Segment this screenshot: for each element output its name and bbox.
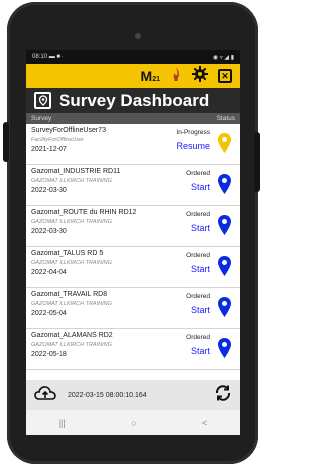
- survey-action-link[interactable]: Start: [191, 305, 210, 315]
- survey-row[interactable]: Gazomat_TALUS RD 5 GAZOMAT ILLKIRCH TRAIN…: [26, 247, 240, 288]
- survey-pin-icon: [34, 92, 51, 109]
- status-label: Ordered: [186, 293, 210, 300]
- app-toolbar: M21 ✕: [26, 64, 240, 88]
- cloud-upload-icon[interactable]: [34, 385, 56, 406]
- page-title: Survey Dashboard: [59, 90, 210, 110]
- last-sync-time: 2022-03-15 08:00:10.164: [68, 391, 147, 399]
- app-logo: M21: [140, 68, 160, 84]
- survey-row[interactable]: Gazomat_TRAVAIL RD8 GAZOMAT ILLKIRCH TRAI…: [26, 288, 240, 329]
- home-button[interactable]: ○: [131, 418, 136, 428]
- status-label: Ordered: [186, 170, 210, 177]
- survey-action-link[interactable]: Start: [191, 346, 210, 356]
- notification-icons: ▬ ■ ·: [48, 54, 64, 60]
- survey-action-link[interactable]: Start: [191, 223, 210, 233]
- status-label: Ordered: [186, 252, 210, 259]
- survey-action-link[interactable]: Start: [191, 264, 210, 274]
- app-screen: 08:10 ▬ ■ · ◉ ▿ ◢ ▮ M21 ✕ Survey Dashboa…: [26, 50, 240, 435]
- sync-refresh-icon[interactable]: [214, 384, 232, 407]
- survey-row[interactable]: Gazomat_INDUSTRIE RD11 GAZOMAT ILLKIRCH T…: [26, 165, 240, 206]
- location-pin-icon[interactable]: [217, 173, 232, 195]
- column-status: Status: [216, 115, 235, 122]
- recents-button[interactable]: |||: [59, 418, 66, 428]
- location-pin-icon[interactable]: [217, 337, 232, 359]
- status-label: Ordered: [186, 211, 210, 218]
- settings-gear-icon[interactable]: [192, 65, 208, 87]
- system-nav-bar: ||| ○ <: [26, 410, 240, 435]
- survey-action-link[interactable]: Resume: [176, 141, 210, 151]
- back-button[interactable]: <: [202, 418, 207, 428]
- survey-list: SurveyForOfflineUser73 FacilityForOffline…: [26, 124, 240, 370]
- survey-action-link[interactable]: Start: [191, 182, 210, 192]
- location-pin-icon[interactable]: [217, 296, 232, 318]
- survey-row[interactable]: Gazomat_ALAMANS RD2 GAZOMAT ILLKIRCH TRAI…: [26, 329, 240, 370]
- column-survey: Survey: [31, 115, 52, 122]
- status-label: Ordered: [186, 334, 210, 341]
- status-label: In-Progress: [176, 129, 210, 136]
- flame-icon[interactable]: [170, 66, 182, 87]
- close-icon[interactable]: ✕: [218, 69, 232, 83]
- side-button: [3, 122, 9, 162]
- status-time: 08:10: [32, 54, 48, 60]
- location-pin-icon[interactable]: [217, 255, 232, 277]
- dashboard-header: Survey Dashboard: [26, 88, 240, 113]
- front-camera: [135, 33, 141, 39]
- survey-row[interactable]: SurveyForOfflineUser73 FacilityForOffline…: [26, 124, 240, 165]
- survey-row[interactable]: Gazomat_ROUTE du RHIN RD12 GAZOMAT ILLKIR…: [26, 206, 240, 247]
- system-icons: ◉ ▿ ◢ ▮: [212, 54, 234, 61]
- location-pin-icon[interactable]: [217, 214, 232, 236]
- sync-footer: 2022-03-15 08:00:10.164: [26, 380, 240, 410]
- location-pin-icon[interactable]: [217, 132, 232, 154]
- column-header: Survey Status: [26, 113, 240, 124]
- status-bar: 08:10 ▬ ■ · ◉ ▿ ◢ ▮: [26, 50, 240, 64]
- side-button: [254, 132, 260, 192]
